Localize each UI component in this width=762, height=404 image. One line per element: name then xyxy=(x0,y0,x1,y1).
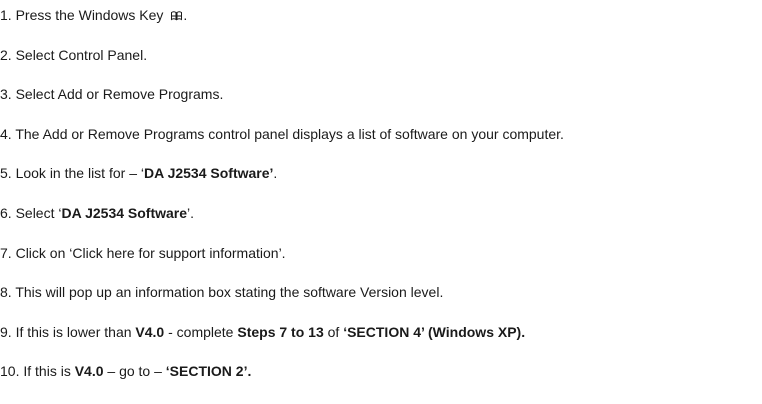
step-text: - complete xyxy=(164,324,238,340)
windows-key-icon xyxy=(171,11,183,21)
step-text: Select Control Panel. xyxy=(11,47,148,63)
step-text: If this is lower than xyxy=(11,324,136,340)
step-text: . xyxy=(183,7,188,23)
step-number: 2. xyxy=(0,47,12,63)
step-text: Select Add or Remove Programs. xyxy=(11,86,224,102)
step-9: 9. If this is lower than V4.0 - complete… xyxy=(0,324,525,341)
step-2: 2. Select Control Panel. xyxy=(0,47,147,64)
step-text: Select ‘ xyxy=(11,205,62,221)
step-text: The Add or Remove Programs control panel… xyxy=(11,126,564,142)
section-reference: ‘SECTION 2’. xyxy=(165,363,252,379)
step-10: 10. If this is V4.0 – go to – ‘SECTION 2… xyxy=(0,363,251,380)
software-name: DA J2534 Software’ xyxy=(143,165,274,181)
step-number: 7. xyxy=(0,245,12,261)
step-6: 6. Select ‘DA J2534 Software’. xyxy=(0,205,194,222)
step-text: Look in the list for – ‘ xyxy=(11,165,144,181)
step-1: 1. Press the Windows Key . xyxy=(0,7,187,24)
step-4: 4. The Add or Remove Programs control pa… xyxy=(0,126,564,143)
step-8: 8. This will pop up an information box s… xyxy=(0,284,443,301)
step-number: 1. xyxy=(0,7,12,23)
step-text: Click on ‘Click here for support informa… xyxy=(11,245,286,261)
step-number: 8. xyxy=(0,284,12,300)
section-reference: ‘SECTION 4’ (Windows XP). xyxy=(343,324,526,340)
step-number: 10. xyxy=(0,363,20,379)
step-text: If this is xyxy=(19,363,75,379)
step-5: 5. Look in the list for – ‘DA J2534 Soft… xyxy=(0,165,277,182)
step-number: 9. xyxy=(0,324,12,340)
step-7: 7. Click on ‘Click here for support info… xyxy=(0,245,286,262)
step-number: 5. xyxy=(0,165,12,181)
steps-reference: Steps 7 to 13 xyxy=(237,324,324,340)
step-text: This will pop up an information box stat… xyxy=(11,284,444,300)
step-number: 4. xyxy=(0,126,12,142)
step-text: Press the Windows Key xyxy=(11,7,168,23)
step-text: ’. xyxy=(187,205,195,221)
step-text: . xyxy=(273,165,278,181)
step-text: – go to – xyxy=(103,363,166,379)
version-label: V4.0 xyxy=(74,363,104,379)
step-text: of xyxy=(323,324,344,340)
step-number: 6. xyxy=(0,205,12,221)
step-3: 3. Select Add or Remove Programs. xyxy=(0,86,223,103)
software-name: DA J2534 Software xyxy=(61,205,188,221)
step-number: 3. xyxy=(0,86,12,102)
version-label: V4.0 xyxy=(135,324,165,340)
